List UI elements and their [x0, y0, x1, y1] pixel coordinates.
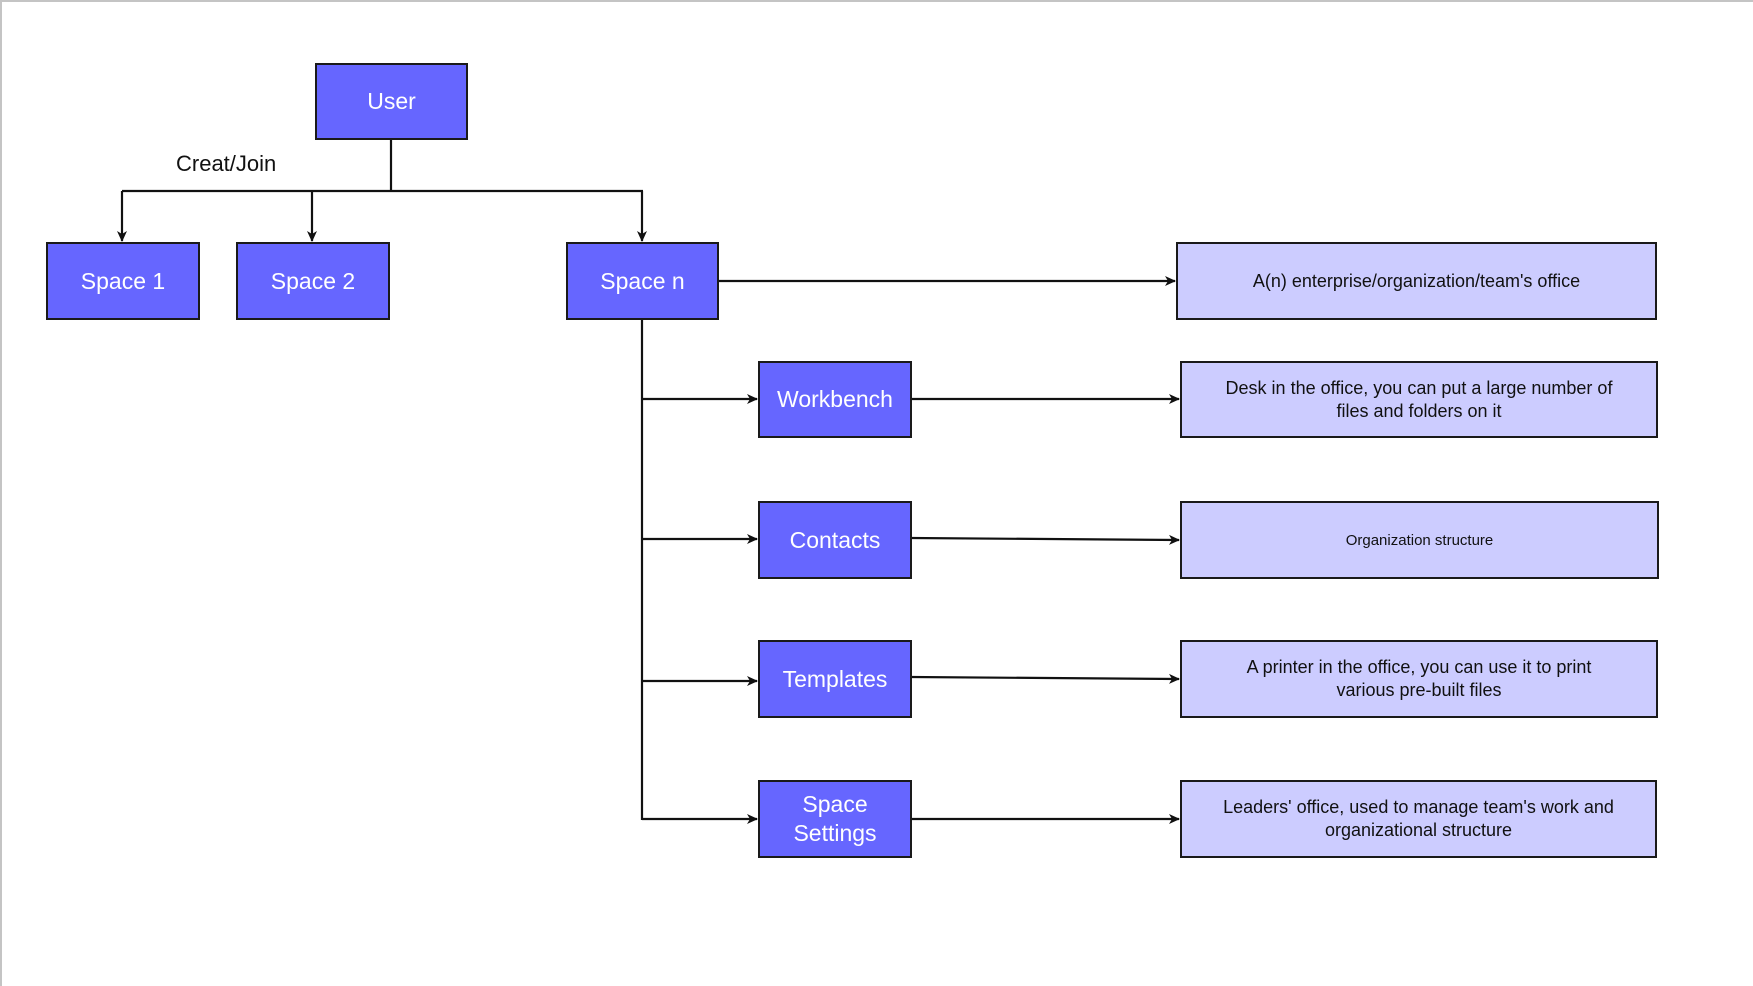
edge-contacts-description [910, 534, 1180, 545]
node-space-2-label: Space 2 [270, 267, 356, 294]
node-workbench[interactable]: Workbench [758, 361, 912, 438]
node-templates[interactable]: Templates [758, 640, 912, 718]
node-contacts-description[interactable]: Organization structure [1180, 501, 1659, 579]
node-space-1[interactable]: Space 1 [46, 242, 200, 320]
node-templates-description-text: A printer in the office, you can use it … [1246, 657, 1592, 700]
node-workbench-description[interactable]: Desk in the office, you can put a large … [1180, 361, 1658, 438]
node-space-n[interactable]: Space n [566, 242, 719, 320]
node-templates-label: Templates [782, 665, 888, 692]
edge-templates-description [910, 673, 1180, 684]
node-space-settings-description[interactable]: Leaders' office, used to manage team's w… [1180, 780, 1657, 858]
node-templates-description[interactable]: A printer in the office, you can use it … [1180, 640, 1658, 718]
node-user-label: User [367, 88, 416, 114]
node-space-n-label: Space n [600, 267, 685, 294]
node-space-n-description[interactable]: A(n) enterprise/organization/team's offi… [1176, 242, 1657, 320]
node-space-settings[interactable]: Space Settings [758, 780, 912, 858]
node-space-2[interactable]: Space 2 [236, 242, 390, 320]
node-space-n-description-text: A(n) enterprise/organization/team's offi… [1252, 270, 1581, 291]
node-space-1-label: Space 1 [80, 267, 166, 294]
node-contacts-description-text: Organization structure [1345, 531, 1494, 549]
node-workbench-description-text: Desk in the office, you can put a large … [1225, 377, 1613, 421]
node-space-settings-description-text: Leaders' office, used to manage team's w… [1223, 797, 1614, 840]
node-contacts[interactable]: Contacts [758, 501, 912, 579]
node-workbench-label: Workbench [777, 386, 893, 412]
node-contacts-label: Contacts [789, 526, 881, 553]
node-space-settings-label: Space Settings [793, 791, 877, 846]
edge-label-creat-join: Creat/Join [176, 151, 277, 176]
node-user[interactable]: User [315, 63, 468, 140]
